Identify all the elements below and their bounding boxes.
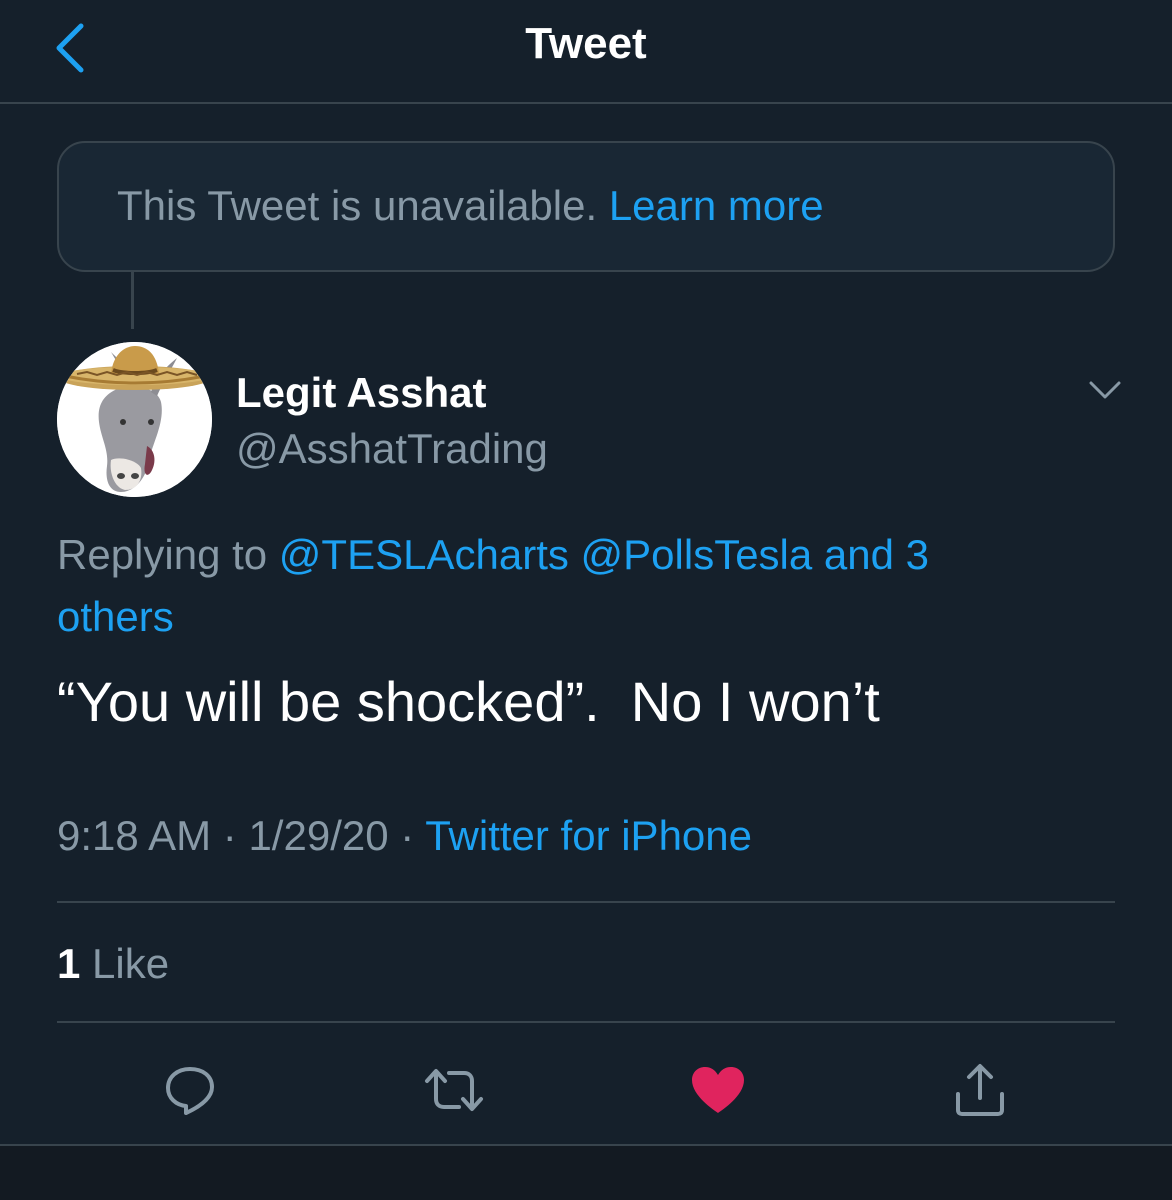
heart-icon	[692, 1067, 744, 1113]
separator-dot: ·	[400, 812, 415, 859]
learn-more-link[interactable]: Learn more	[609, 182, 824, 229]
separator-dot: ·	[222, 812, 237, 859]
like-button[interactable]	[686, 1058, 750, 1122]
likes-count: 1	[57, 940, 81, 987]
retweet-button[interactable]	[422, 1058, 486, 1122]
tweet-source-link[interactable]: Twitter for iPhone	[425, 812, 752, 859]
likes-label: Like	[92, 940, 170, 987]
author-display-name[interactable]: Legit Asshat	[236, 368, 486, 418]
thread-connector-line	[131, 272, 134, 329]
tweet-menu-button[interactable]	[1080, 370, 1130, 410]
unavailable-text: This Tweet is unavailable. Learn more	[117, 181, 824, 231]
page-title: Tweet	[525, 19, 647, 68]
header-bar: Tweet	[0, 0, 1172, 104]
donkey-sombrero-avatar-image	[57, 342, 212, 497]
reply-button[interactable]	[158, 1058, 222, 1122]
tweet-text: “You will be shocked”. No I won’t	[57, 670, 880, 733]
tweet-date: 1/29/20	[248, 812, 389, 859]
tweet-metadata: 9:18 AM · 1/29/20 · Twitter for iPhone	[57, 810, 752, 862]
share-icon	[956, 1064, 1004, 1116]
divider	[57, 901, 1115, 903]
reply-mention-teslacharts[interactable]: @TESLAcharts	[279, 531, 569, 578]
bottom-bar	[0, 1146, 1172, 1200]
chevron-down-icon	[1089, 381, 1121, 399]
tweet-time: 9:18 AM	[57, 812, 212, 859]
share-button[interactable]	[948, 1058, 1012, 1122]
unavailable-tweet-notice: This Tweet is unavailable. Learn more	[57, 141, 1115, 272]
avatar[interactable]	[57, 342, 212, 497]
retweet-icon	[425, 1069, 483, 1111]
replying-to-prefix: Replying to	[57, 531, 268, 578]
author-handle[interactable]: @AsshatTrading	[236, 424, 548, 474]
replying-to-line: Replying to @TESLAcharts @PollsTesla and…	[57, 524, 1057, 648]
likes-count-link[interactable]: 1 Like	[57, 938, 169, 990]
reply-icon	[166, 1067, 214, 1115]
divider	[57, 1021, 1115, 1023]
reply-mention-pollstesla[interactable]: @PollsTesla	[581, 531, 813, 578]
unavailable-message: This Tweet is unavailable.	[117, 182, 598, 229]
